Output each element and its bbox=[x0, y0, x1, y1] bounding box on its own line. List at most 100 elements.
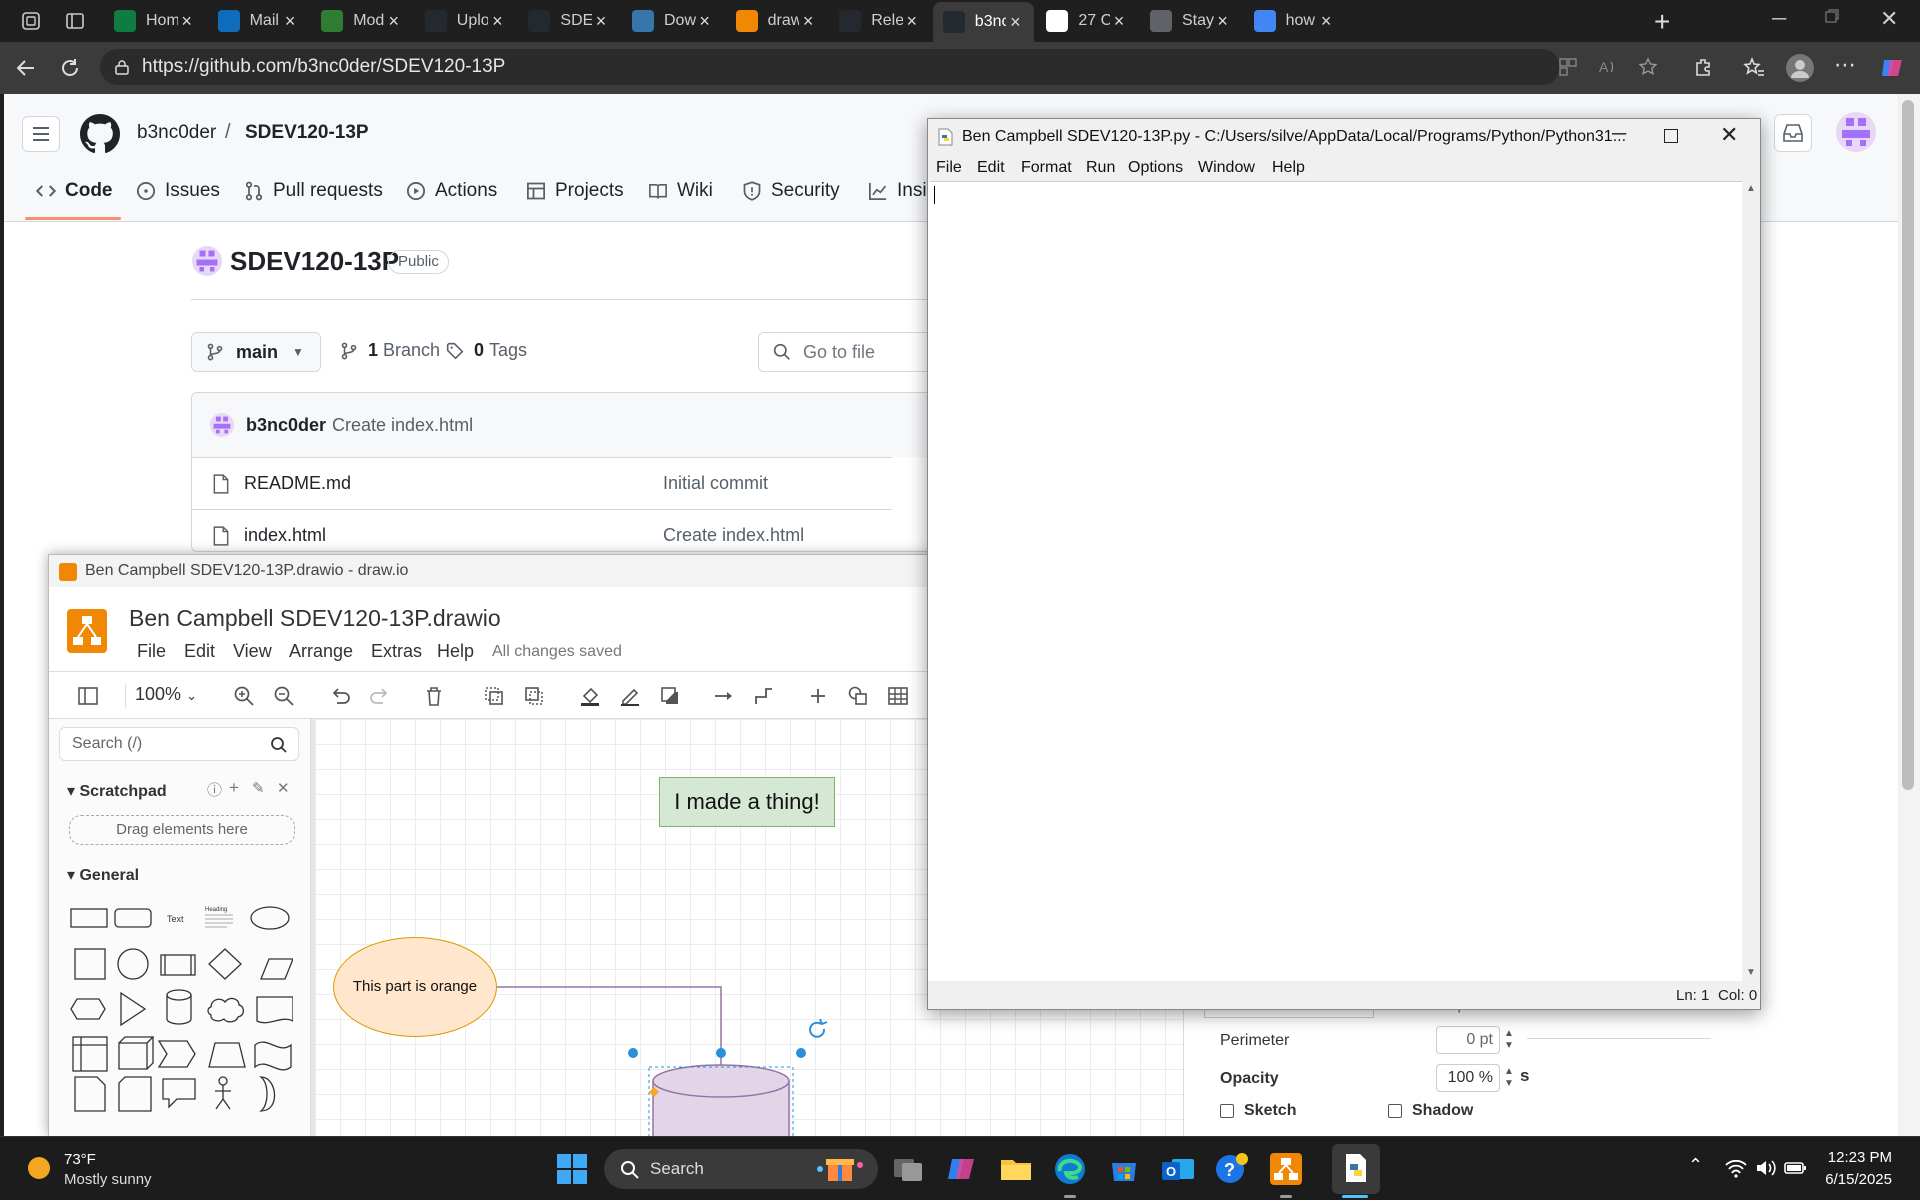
browser-tab[interactable]: Stay Fo× bbox=[1140, 4, 1242, 38]
browser-tab[interactable]: 27 Com× bbox=[1036, 4, 1138, 38]
idle-vertical-scrollbar[interactable]: ▲ ▼ bbox=[1742, 181, 1760, 981]
scratchpad-dropzone[interactable]: Drag elements here bbox=[69, 815, 295, 845]
fill-color-icon[interactable] bbox=[579, 685, 601, 707]
drawio-app-icon[interactable] bbox=[1268, 1151, 1304, 1187]
go-to-file-input[interactable]: Go to file bbox=[758, 332, 948, 372]
tab-close-icon[interactable]: × bbox=[592, 11, 610, 32]
read-aloud-icon[interactable]: A bbox=[1598, 57, 1618, 77]
copilot-icon[interactable] bbox=[1878, 54, 1906, 82]
waypoints-icon[interactable] bbox=[753, 685, 775, 707]
scratchpad-edit-icon[interactable]: ✎ bbox=[252, 779, 265, 797]
nav-security-tab[interactable]: Security bbox=[742, 176, 840, 206]
start-button[interactable] bbox=[556, 1153, 588, 1185]
new-tab-button[interactable]: + bbox=[1654, 6, 1670, 38]
profile-avatar[interactable] bbox=[1786, 54, 1814, 82]
to-front-icon[interactable] bbox=[483, 685, 505, 707]
browser-tab[interactable]: Home - × bbox=[104, 4, 206, 38]
weather-temperature[interactable]: 73°F bbox=[64, 1151, 96, 1168]
tab-close-icon[interactable]: × bbox=[385, 11, 403, 32]
nav-actions-tab[interactable]: Actions bbox=[406, 176, 497, 206]
file-name[interactable]: README.md bbox=[244, 473, 351, 494]
wifi-icon[interactable] bbox=[1724, 1157, 1748, 1179]
inbox-icon[interactable] bbox=[1774, 114, 1812, 152]
extensions-icon[interactable] bbox=[1692, 56, 1716, 80]
sketch-checkbox[interactable] bbox=[1220, 1104, 1234, 1118]
window-restore-button[interactable] bbox=[1824, 8, 1840, 24]
tab-close-icon[interactable]: × bbox=[1317, 11, 1335, 32]
volume-icon[interactable] bbox=[1754, 1157, 1778, 1179]
refresh-icon[interactable] bbox=[58, 56, 82, 80]
scratchpad-add-icon[interactable]: + bbox=[229, 778, 239, 798]
tab-close-icon[interactable]: × bbox=[696, 11, 714, 32]
connection-arrow-icon[interactable] bbox=[713, 685, 735, 707]
repo-name-link[interactable]: SDEV120-13P bbox=[245, 122, 369, 144]
github-logo-icon[interactable] bbox=[80, 114, 120, 154]
get-help-icon[interactable]: ? bbox=[1214, 1151, 1250, 1187]
tab-close-icon[interactable]: × bbox=[1110, 11, 1128, 32]
browser-tab[interactable]: Downlo× bbox=[622, 4, 724, 38]
tags-link[interactable]: 0 Tags bbox=[446, 340, 527, 361]
opacity-input[interactable]: 100 % bbox=[1436, 1064, 1500, 1092]
weather-sun-icon[interactable] bbox=[24, 1153, 54, 1183]
commit-author-link[interactable]: b3nc0der bbox=[246, 415, 326, 436]
hamburger-menu-icon[interactable] bbox=[22, 116, 60, 152]
idle-app-icon[interactable] bbox=[1332, 1144, 1380, 1194]
user-avatar[interactable] bbox=[1836, 112, 1876, 152]
nav-projects-tab[interactable]: Projects bbox=[526, 176, 624, 206]
drawio-file-title[interactable]: Ben Campbell SDEV120-13P.drawio bbox=[129, 605, 501, 632]
browser-tab[interactable]: Mail - B× bbox=[208, 4, 310, 38]
favorite-star-icon[interactable] bbox=[1638, 57, 1658, 77]
nav-pull-requests-tab[interactable]: Pull requests bbox=[244, 176, 383, 206]
weather-description[interactable]: Mostly sunny bbox=[64, 1171, 152, 1188]
browser-tab[interactable]: b3nc0d× bbox=[932, 2, 1035, 42]
drawio-menu-view[interactable]: View bbox=[233, 641, 272, 662]
drawio-menu-help[interactable]: Help bbox=[437, 641, 474, 662]
idle-menu-file[interactable]: File bbox=[936, 159, 962, 177]
page-scrollbar-track[interactable] bbox=[1898, 94, 1900, 1136]
tab-close-icon[interactable]: × bbox=[488, 11, 506, 32]
idle-maximize-button[interactable] bbox=[1664, 129, 1678, 143]
drawio-menu-extras[interactable]: Extras bbox=[371, 641, 422, 662]
file-commit-message[interactable]: Initial commit bbox=[663, 473, 768, 494]
more-menu-icon[interactable]: ⋯ bbox=[1834, 52, 1856, 78]
file-row-index[interactable]: index.html Create index.html bbox=[192, 509, 892, 551]
shapes-icon[interactable] bbox=[847, 685, 869, 707]
idle-minimize-button[interactable]: ─ bbox=[1612, 123, 1626, 146]
redo-icon[interactable] bbox=[369, 685, 391, 707]
workspaces-icon[interactable] bbox=[20, 10, 42, 32]
perimeter-input[interactable]: 0 pt bbox=[1436, 1026, 1500, 1054]
edge-browser-icon[interactable] bbox=[1052, 1151, 1088, 1187]
task-view-icon[interactable] bbox=[890, 1151, 926, 1187]
idle-menu-run[interactable]: Run bbox=[1086, 159, 1115, 177]
show-hidden-icons-chevron[interactable]: ⌃ bbox=[1688, 1155, 1703, 1176]
commit-message-link[interactable]: Create index.html bbox=[332, 415, 473, 436]
perimeter-spinner-icon[interactable]: ▲ ▼ bbox=[1504, 1028, 1514, 1052]
tab-close-icon[interactable]: × bbox=[799, 11, 817, 32]
window-minimize-button[interactable]: ─ bbox=[1772, 8, 1786, 31]
nav-issues-tab[interactable]: Issues bbox=[136, 176, 220, 206]
idle-close-button[interactable]: ✕ bbox=[1720, 122, 1738, 148]
opacity-spinner-icon[interactable]: ▲ ▼ bbox=[1504, 1066, 1514, 1090]
file-explorer-icon[interactable] bbox=[998, 1151, 1034, 1187]
undo-icon[interactable] bbox=[329, 685, 351, 707]
scroll-up-icon[interactable]: ▲ bbox=[1746, 183, 1756, 194]
tab-close-icon[interactable]: × bbox=[178, 11, 196, 32]
scratchpad-close-icon[interactable]: ✕ bbox=[277, 779, 290, 797]
general-shapes-grid[interactable]: Text Heading bbox=[67, 895, 293, 1137]
idle-menu-window[interactable]: Window bbox=[1198, 159, 1255, 177]
idle-menu-format[interactable]: Format bbox=[1021, 159, 1072, 177]
shape-search-input[interactable]: Search (/) bbox=[59, 727, 299, 761]
favorites-icon[interactable] bbox=[1742, 56, 1766, 80]
browser-tab[interactable]: SDEV12× bbox=[518, 4, 620, 38]
clock-date[interactable]: 6/15/2025 bbox=[1818, 1171, 1892, 1188]
search-icon[interactable] bbox=[270, 736, 288, 754]
insert-plus-icon[interactable] bbox=[807, 685, 829, 707]
taskbar-search-box[interactable]: Search bbox=[604, 1149, 878, 1189]
browser-tab[interactable]: Module× bbox=[311, 4, 413, 38]
line-color-icon[interactable] bbox=[619, 685, 641, 707]
table-icon[interactable] bbox=[887, 685, 909, 707]
branch-selector-button[interactable]: main ▼ bbox=[191, 332, 321, 372]
page-scrollbar-thumb[interactable] bbox=[1902, 100, 1914, 790]
tab-close-icon[interactable]: × bbox=[903, 11, 921, 32]
outlook-icon[interactable]: O bbox=[1160, 1151, 1196, 1187]
